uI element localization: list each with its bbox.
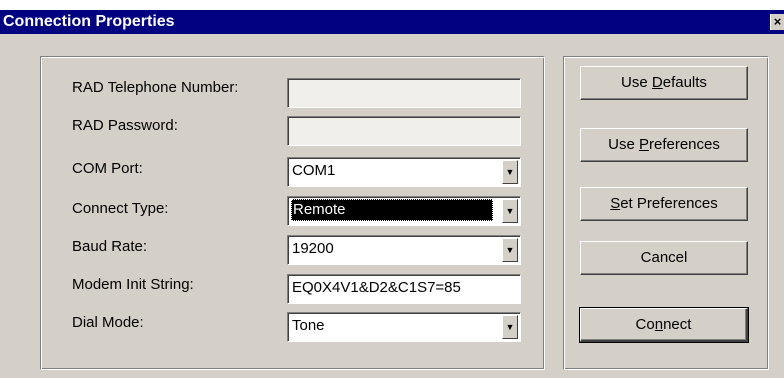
dial-mode-label: Dial Mode:: [72, 314, 144, 331]
close-icon[interactable]: ×: [770, 14, 784, 30]
use-defaults-label-post: efaults: [662, 74, 707, 91]
use-defaults-button[interactable]: Use Defaults: [580, 66, 748, 100]
connect-accel: n: [654, 316, 664, 333]
connect-label-pre: Co: [635, 316, 655, 333]
title-bar[interactable]: Connection Properties ×: [0, 10, 784, 34]
chevron-down-icon[interactable]: ▼: [502, 315, 518, 339]
use-preferences-accel: P: [638, 136, 649, 153]
baud-rate-label: Baud Rate:: [72, 238, 148, 255]
telephone-label: RAD Telephone Number:: [72, 79, 239, 96]
chevron-down-icon[interactable]: ▼: [502, 238, 518, 262]
use-defaults-label-pre: Use: [621, 74, 652, 91]
cancel-button[interactable]: Cancel: [580, 241, 748, 275]
use-preferences-label-pre: Use: [608, 136, 639, 153]
connect-type-value: Remote: [291, 199, 493, 221]
modem-init-input[interactable]: EQ0X4V1&D2&C1S7=85: [287, 274, 521, 304]
password-input[interactable]: [287, 116, 521, 146]
com-port-select[interactable]: COM1 ▼: [287, 157, 521, 187]
dial-mode-select[interactable]: Tone ▼: [287, 312, 521, 342]
connect-label-post: nect: [663, 316, 692, 333]
connect-button[interactable]: Connect: [579, 307, 749, 343]
set-preferences-button[interactable]: Set Preferences: [580, 187, 748, 221]
use-defaults-accel: D: [651, 74, 663, 91]
chevron-down-icon[interactable]: ▼: [502, 160, 518, 184]
set-preferences-label-post: et Preferences: [620, 195, 718, 212]
baud-rate-value: 19200: [292, 240, 334, 257]
connection-properties-dialog: Connection Properties × RAD Telephone Nu…: [0, 10, 784, 378]
chevron-down-icon[interactable]: ▼: [502, 199, 518, 223]
password-label: RAD Password:: [72, 117, 178, 134]
connect-type-label: Connect Type:: [72, 200, 169, 217]
com-port-value: COM1: [292, 162, 336, 179]
set-preferences-accel: S: [610, 195, 621, 212]
dial-mode-value: Tone: [292, 317, 325, 334]
modem-init-label: Modem Init String:: [72, 276, 194, 293]
use-preferences-label-post: references: [648, 136, 720, 153]
window-title: Connection Properties: [3, 13, 175, 30]
com-port-label: COM Port:: [72, 160, 143, 177]
connect-type-select[interactable]: Remote ▼: [287, 196, 521, 226]
use-preferences-button[interactable]: Use Preferences: [580, 128, 748, 162]
telephone-input[interactable]: [287, 78, 521, 108]
baud-rate-select[interactable]: 19200 ▼: [287, 235, 521, 265]
